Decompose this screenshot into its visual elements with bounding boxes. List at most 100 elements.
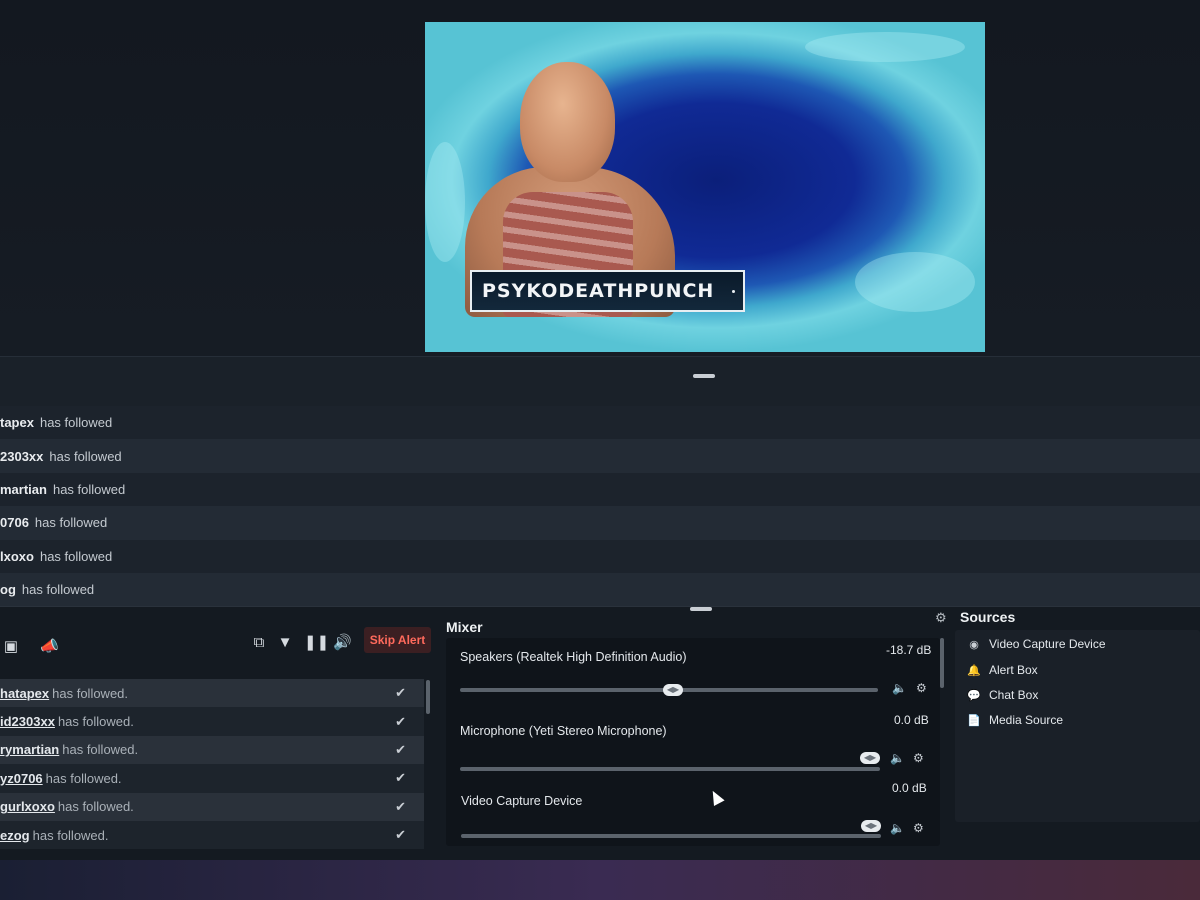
event-user[interactable]: 0706 — [0, 515, 29, 530]
event-row[interactable]: 0706 has followed — [0, 506, 1200, 540]
volume-icon[interactable]: 🔊 — [333, 634, 352, 652]
alert-text: has followed. — [57, 714, 134, 730]
source-label: Alert Box — [989, 663, 1038, 677]
mixer-channel-db: 0.0 dB — [892, 781, 927, 795]
water-texture — [805, 32, 965, 62]
alert-row[interactable]: hatapex has followed. ✔ — [0, 679, 424, 708]
gift-icon[interactable]: ▣ — [2, 638, 20, 656]
alert-row[interactable]: gurlxoxo has followed. ✔ — [0, 792, 424, 821]
skip-alert-button[interactable]: Skip Alert — [364, 627, 431, 653]
check-icon[interactable]: ✔ — [395, 799, 406, 815]
mixer-channel-name: Microphone (Yeti Stereo Microphone) — [460, 724, 667, 738]
event-user[interactable]: tapex — [0, 415, 34, 430]
event-text: has followed — [52, 481, 126, 497]
alert-text: has followed. — [32, 827, 109, 843]
alert-user-link[interactable]: gurlxoxo — [0, 799, 55, 814]
alert-user-link[interactable]: ezog — [0, 828, 30, 843]
mixer-title: Mixer — [446, 619, 483, 635]
alert-row[interactable]: id2303xx has followed. ✔ — [0, 707, 424, 736]
sources-panel: ◉ Video Capture Device 🔔 Alert Box 💬 Cha… — [955, 630, 1200, 822]
mixer-scrollbar[interactable] — [940, 638, 944, 688]
source-item[interactable]: ◉ Video Capture Device — [967, 637, 1106, 651]
speaker-icon[interactable]: 🔈 — [892, 681, 907, 695]
webcam-head — [520, 62, 615, 182]
event-text: has followed — [39, 548, 113, 564]
alert-user-link[interactable]: yz0706 — [0, 771, 43, 786]
speaker-icon[interactable]: 🔈 — [890, 821, 905, 835]
event-text: has followed — [34, 515, 108, 531]
dock-resize-grip-icon[interactable] — [690, 607, 712, 611]
mixer-channel-name: Video Capture Device — [461, 794, 583, 808]
alert-user-link[interactable]: id2303xx — [0, 714, 55, 729]
event-user[interactable]: lxoxo — [0, 549, 34, 564]
recent-events-list: tapex has followed 2303xx has followed m… — [0, 406, 1200, 607]
preview-resize-bar[interactable] — [0, 356, 1200, 406]
check-icon[interactable]: ✔ — [395, 770, 406, 786]
streamer-name: PSYKODEATHPUNCH — [482, 280, 715, 302]
volume-slider-track[interactable] — [461, 834, 881, 838]
alert-row[interactable]: ezog has followed. ✔ — [0, 820, 424, 850]
monitor-bezel — [0, 860, 1200, 900]
mixer-channel-db: -18.7 dB — [886, 643, 932, 657]
mixer-settings-gear-icon[interactable]: ⚙ — [935, 610, 947, 626]
gear-icon[interactable]: ⚙ — [916, 681, 927, 695]
event-user[interactable]: martian — [0, 482, 47, 497]
event-user[interactable]: 2303xx — [0, 449, 43, 464]
event-row[interactable]: tapex has followed — [0, 406, 1200, 440]
mixer-panel: Speakers (Realtek High Definition Audio)… — [446, 638, 940, 846]
alert-text: has followed. — [45, 770, 122, 786]
water-texture — [855, 252, 975, 312]
alert-text: has followed. — [52, 685, 129, 701]
event-row[interactable]: 2303xx has followed — [0, 439, 1200, 473]
webcam-icon: ◉ — [969, 638, 979, 651]
chat-icon: 💬 — [967, 689, 981, 702]
alert-user-link[interactable]: rymartian — [0, 742, 59, 757]
gear-icon[interactable]: ⚙ — [913, 751, 924, 765]
check-icon[interactable]: ✔ — [395, 685, 406, 701]
check-icon[interactable]: ✔ — [395, 742, 406, 758]
event-user[interactable]: og — [0, 582, 16, 597]
event-row[interactable]: lxoxo has followed — [0, 539, 1200, 573]
source-label: Video Capture Device — [989, 637, 1106, 651]
stream-preview-canvas[interactable]: PSYKODEATHPUNCH — [425, 22, 985, 352]
event-text: has followed — [21, 582, 95, 598]
resize-grip-icon[interactable] — [693, 374, 715, 378]
check-icon[interactable]: ✔ — [395, 827, 406, 843]
alert-text: has followed. — [57, 799, 134, 815]
alert-list-scrollbar[interactable] — [426, 680, 430, 714]
dock-divider — [0, 606, 1200, 607]
alert-text: has followed. — [62, 742, 139, 758]
popout-icon[interactable]: ⧉ — [250, 634, 268, 652]
pause-icon[interactable]: ❚❚ — [304, 634, 329, 652]
sources-title: Sources — [960, 609, 1016, 625]
alert-user-link[interactable]: hatapex — [0, 686, 49, 701]
speaker-icon[interactable]: 🔈 — [890, 751, 905, 765]
gear-icon[interactable]: ⚙ — [913, 821, 924, 835]
bell-icon: 🔔 — [967, 664, 981, 677]
megaphone-icon[interactable]: 📣 — [40, 638, 59, 656]
volume-slider-track[interactable] — [460, 767, 880, 771]
stream-preview-area: PSYKODEATHPUNCH — [0, 0, 1200, 360]
alert-toolbar: ▣ 📣 ⧉ ▼ ❚❚ 🔊 Skip Alert — [0, 622, 436, 664]
file-icon: 📄 — [967, 714, 981, 727]
volume-slider-knob[interactable]: ◀▶ — [662, 684, 683, 696]
source-item[interactable]: 💬 Chat Box — [967, 688, 1038, 702]
alert-list: hatapex has followed. ✔ id2303xx has fol… — [0, 679, 424, 850]
mixer-channel-name: Speakers (Realtek High Definition Audio) — [460, 650, 687, 664]
volume-slider-knob[interactable]: ◀▶ — [860, 752, 880, 764]
source-label: Media Source — [989, 713, 1064, 727]
source-item[interactable]: 📄 Media Source — [967, 713, 1063, 727]
event-row[interactable]: martian has followed — [0, 472, 1200, 507]
volume-slider-knob[interactable]: ◀▶ — [861, 820, 881, 832]
source-label: Chat Box — [989, 688, 1039, 702]
alert-row[interactable]: yz0706 has followed. ✔ — [0, 764, 424, 793]
mixer-channel-db: 0.0 dB — [894, 713, 929, 727]
source-item[interactable]: 🔔 Alert Box — [967, 663, 1038, 677]
alert-queue-panel: ▣ 📣 ⧉ ▼ ❚❚ 🔊 Skip Alert hatapex has foll… — [0, 622, 436, 850]
check-icon[interactable]: ✔ — [395, 714, 406, 730]
filter-icon[interactable]: ▼ — [276, 634, 294, 652]
alert-row[interactable]: rymartian has followed. ✔ — [0, 735, 424, 765]
name-plate-dot — [732, 290, 735, 293]
event-text: has followed — [39, 415, 113, 431]
event-row[interactable]: og has followed — [0, 572, 1200, 607]
